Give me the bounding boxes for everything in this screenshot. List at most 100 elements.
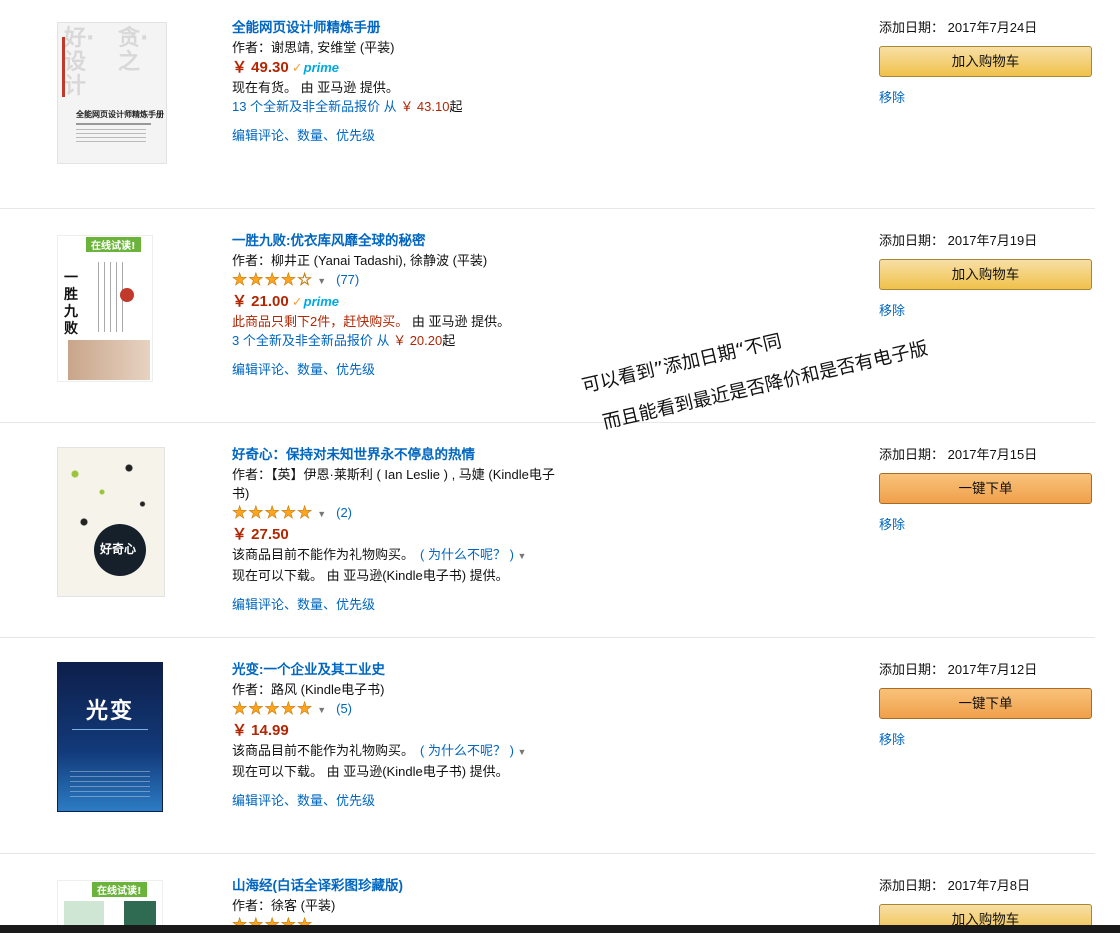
gift-restriction-note: 该商品目前不能作为礼物购买。 (232, 547, 415, 562)
item-details: 好奇心：保持对未知世界永不停息的热情 作者：【英】伊恩·莱斯利 ( Ian Le… (232, 445, 567, 614)
wishlist-item: 在线试读! 一胜九败 一胜九败:优衣库风靡全球的秘密 作者：柳井正 (Yanai… (0, 213, 1095, 423)
item-availability: 现在有货。 由 亚马逊 提供。 (232, 80, 399, 95)
add-to-cart-button[interactable]: 加入购物车 (879, 904, 1092, 925)
book-cover-image[interactable]: 好·设计 贪·之 全能网页设计师精炼手册 (57, 22, 167, 164)
cover-art-block (124, 901, 156, 925)
rating-caret-icon[interactable]: ▼ (317, 276, 326, 286)
edit-comment-link[interactable]: 编辑评论、数量、优先级 (232, 595, 567, 614)
low-stock-warning: 此商品只剩下2件，赶快购买。 (232, 314, 409, 329)
item-author: 作者：柳井正 (Yanai Tadashi), 徐静波 (平装) (232, 253, 488, 268)
item-price: ￥ 27.50 (232, 526, 289, 543)
date-added: 添加日期： 2017年7月15日 (879, 447, 1038, 462)
review-count-link[interactable]: (2) (336, 505, 352, 520)
wishlist-item: 好奇心 好奇心：保持对未知世界永不停息的热情 作者：【英】伊恩·莱斯利 ( Ia… (0, 427, 1095, 638)
item-details: 光变:一个企业及其工业史 作者：路风 (Kindle电子书) ★★★★★ ▼ (5)… (232, 660, 567, 810)
cover-banner: 在线试读! (92, 882, 147, 897)
date-added: 添加日期： 2017年7月8日 (879, 878, 1030, 893)
cover-art-block (64, 901, 104, 925)
item-title-link[interactable]: 山海经(白话全译彩图珍藏版) (232, 876, 567, 896)
item-availability: 由 亚马逊 提供。 (408, 314, 511, 329)
remove-link[interactable]: 移除 (879, 515, 1094, 534)
offers-suffix: 起 (449, 99, 463, 114)
review-count-link[interactable]: (5) (336, 701, 352, 716)
wishlist: 好·设计 贪·之 全能网页设计师精炼手册 全能网页设计师精炼手册 作者：谢思靖,… (0, 0, 1120, 925)
item-actions: 添加日期： 2017年7月15日 一键下单 移除 (879, 445, 1094, 534)
star-rating-icon[interactable]: ★★★★★ (232, 503, 313, 523)
why-caret-icon[interactable]: ▼ (518, 747, 527, 757)
offers-link[interactable]: 3 个全新及非全新品报价 从 (232, 333, 389, 348)
date-added: 添加日期： 2017年7月12日 (879, 662, 1038, 677)
why-not-link[interactable]: ( 为什么不呢？ ) (420, 743, 514, 758)
edit-comment-link[interactable]: 编辑评论、数量、优先级 (232, 791, 567, 810)
item-title-link[interactable]: 一胜九败:优衣库风靡全球的秘密 (232, 231, 567, 251)
item-price: ￥ 21.00 (232, 293, 289, 310)
cover-art-title: 好奇心 (100, 542, 137, 556)
prime-check-icon: ✓ (291, 294, 303, 309)
wishlist-item: 好·设计 贪·之 全能网页设计师精炼手册 全能网页设计师精炼手册 作者：谢思靖,… (0, 0, 1095, 209)
wishlist-item: 在线试读! 山海经(白话全译彩图珍藏版) 作者：徐客 (平装) ★★★★★ 添加… (0, 858, 1095, 925)
prime-badge: ✓prime (291, 294, 340, 309)
item-title-link[interactable]: 光变:一个企业及其工业史 (232, 660, 567, 680)
item-availability: 现在可以下载。 由 亚马逊(Kindle电子书) 提供。 (232, 568, 509, 583)
cover-photo (68, 340, 150, 380)
wishlist-item: 光变 光变:一个企业及其工业史 作者：路风 (Kindle电子书) ★★★★★ ▼… (0, 642, 1095, 854)
item-title-link[interactable]: 好奇心：保持对未知世界永不停息的热情 (232, 445, 567, 465)
cover-logo (120, 288, 134, 302)
item-author: 作者：【英】伊恩·莱斯利 ( Ian Leslie ) , 马婕 (Kindle… (232, 467, 555, 501)
cover-stripe (62, 37, 65, 97)
cover-art-title: 全能网页设计师精炼手册 (76, 110, 164, 119)
add-to-cart-button[interactable]: 加入购物车 (879, 259, 1092, 290)
star-rating-icon[interactable]: ★★★★★ (232, 915, 313, 925)
offers-price: ￥ 43.10 (400, 99, 450, 114)
gift-restriction-note: 该商品目前不能作为礼物购买。 (232, 743, 415, 758)
prime-check-icon: ✓ (291, 60, 303, 75)
item-details: 一胜九败:优衣库风靡全球的秘密 作者：柳井正 (Yanai Tadashi), … (232, 231, 567, 379)
add-to-cart-button[interactable]: 加入购物车 (879, 46, 1092, 77)
item-author: 作者：路风 (Kindle电子书) (232, 682, 385, 697)
edit-comment-link[interactable]: 编辑评论、数量、优先级 (232, 126, 567, 145)
item-actions: 添加日期： 2017年7月24日 加入购物车 移除 (879, 18, 1094, 107)
cover-art-title: 一胜九败 (64, 270, 78, 337)
cover-rule (72, 729, 148, 730)
offers-link[interactable]: 13 个全新及非全新品报价 从 (232, 99, 397, 114)
cover-text-lines (70, 771, 150, 797)
item-details: 山海经(白话全译彩图珍藏版) 作者：徐客 (平装) ★★★★★ (232, 876, 567, 925)
item-price: ￥ 14.99 (232, 722, 289, 739)
item-actions: 添加日期： 2017年7月12日 一键下单 移除 (879, 660, 1094, 749)
item-author: 作者：谢思靖, 安维堂 (平装) (232, 40, 395, 55)
item-details: 全能网页设计师精炼手册 作者：谢思靖, 安维堂 (平装) ￥ 49.30 ✓pri… (232, 18, 567, 145)
cover-art-title: 光变 (86, 699, 135, 724)
remove-link[interactable]: 移除 (879, 730, 1094, 749)
why-caret-icon[interactable]: ▼ (518, 551, 527, 561)
one-click-buy-button[interactable]: 一键下单 (879, 473, 1092, 504)
cover-text-lines (76, 129, 146, 145)
item-author: 作者：徐客 (平装) (232, 898, 336, 913)
book-cover-image[interactable]: 光变 (57, 662, 163, 812)
cover-art-text: 贪·之 (118, 26, 149, 75)
offers-price: ￥ 20.20 (393, 333, 443, 348)
rating-caret-icon[interactable]: ▼ (317, 509, 326, 519)
prime-badge: ✓prime (291, 60, 340, 75)
date-added: 添加日期： 2017年7月19日 (879, 233, 1038, 248)
item-title-link[interactable]: 全能网页设计师精炼手册 (232, 18, 567, 38)
review-count-link[interactable]: (77) (336, 272, 359, 287)
window-bottom-edge (0, 925, 1120, 933)
item-availability: 现在可以下载。 由 亚马逊(Kindle电子书) 提供。 (232, 764, 509, 779)
date-added: 添加日期： 2017年7月24日 (879, 20, 1038, 35)
book-cover-image[interactable]: 在线试读! (57, 880, 163, 925)
remove-link[interactable]: 移除 (879, 88, 1094, 107)
offers-suffix: 起 (442, 333, 456, 348)
item-price: ￥ 49.30 (232, 59, 289, 76)
why-not-link[interactable]: ( 为什么不呢？ ) (420, 547, 514, 562)
cover-art-text: 好·设计 (64, 26, 95, 99)
cover-rule (76, 123, 151, 125)
book-cover-image[interactable]: 好奇心 (57, 447, 165, 597)
star-rating-icon[interactable]: ★★★★☆ (232, 270, 313, 290)
rating-caret-icon[interactable]: ▼ (317, 705, 326, 715)
star-rating-icon[interactable]: ★★★★★ (232, 699, 313, 719)
one-click-buy-button[interactable]: 一键下单 (879, 688, 1092, 719)
cover-banner: 在线试读! (86, 237, 141, 252)
item-actions: 添加日期： 2017年7月8日 加入购物车 (879, 876, 1094, 925)
book-cover-image[interactable]: 在线试读! 一胜九败 (57, 235, 153, 382)
edit-comment-link[interactable]: 编辑评论、数量、优先级 (232, 360, 567, 379)
